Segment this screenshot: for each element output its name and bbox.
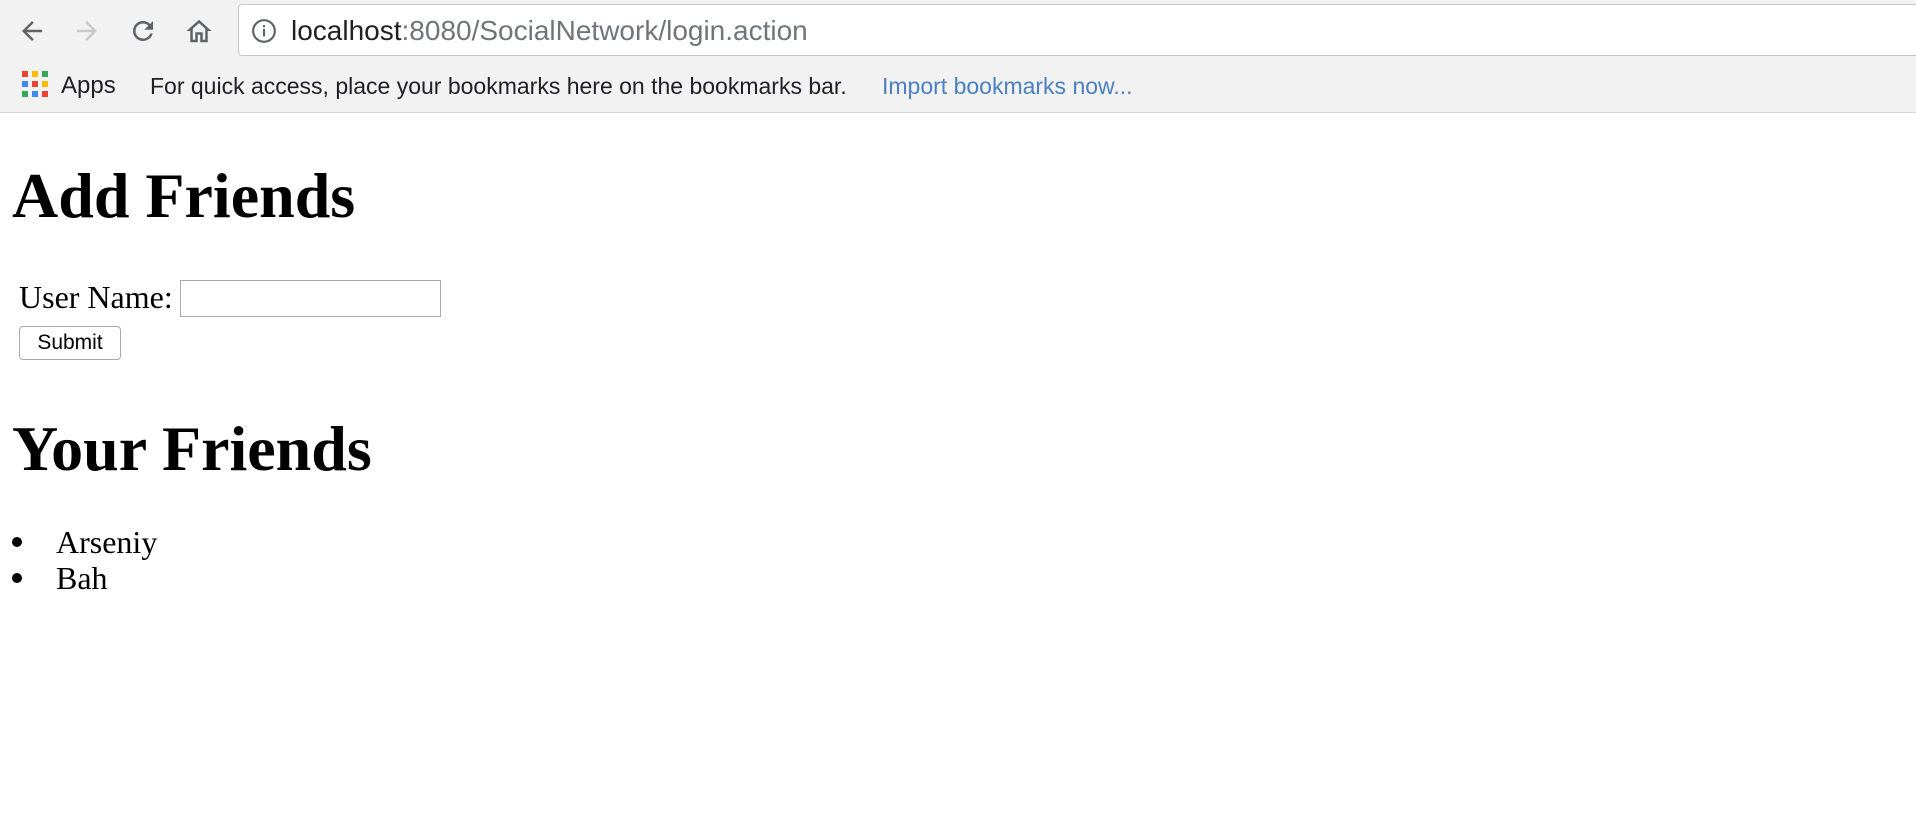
submit-button[interactable]: Submit — [19, 326, 121, 360]
apps-grid-dot — [22, 71, 28, 77]
import-bookmarks-link[interactable]: Import bookmarks now... — [882, 62, 1133, 110]
username-label: User Name: — [19, 279, 173, 315]
url-path: :8080/SocialNetwork/login.action — [401, 15, 808, 46]
back-button[interactable] — [9, 8, 55, 54]
apps-grid-dot — [42, 81, 48, 87]
forward-arrow-icon — [77, 21, 97, 41]
bookmarks-bar: Apps For quick access, place your bookma… — [0, 62, 1916, 113]
home-icon — [186, 19, 212, 43]
url-host: localhost — [291, 15, 402, 46]
username-input[interactable] — [180, 280, 441, 317]
reload-button[interactable] — [120, 8, 166, 54]
apps-grid-dot — [32, 81, 38, 87]
home-button[interactable] — [176, 8, 222, 54]
address-bar[interactable]: localhost:8080/SocialNetwork/login.actio… — [238, 4, 1916, 56]
apps-shortcut[interactable]: Apps — [61, 62, 116, 110]
apps-grid-dot — [42, 91, 48, 97]
reload-icon — [133, 20, 153, 41]
bullet-icon — [12, 537, 22, 547]
browser-toolbar: localhost:8080/SocialNetwork/login.actio… — [0, 0, 1916, 62]
url-text[interactable]: localhost:8080/SocialNetwork/login.actio… — [291, 5, 808, 57]
friend-name: Bah — [56, 560, 108, 596]
your-friends-heading: Your Friends — [12, 413, 372, 484]
page-content: Add Friends User Name: Submit Your Frien… — [0, 113, 1916, 820]
bookmarks-hint-text: For quick access, place your bookmarks h… — [150, 73, 847, 99]
back-arrow-icon — [22, 21, 42, 41]
friend-name: Arseniy — [56, 524, 158, 560]
info-icon[interactable] — [251, 18, 277, 44]
apps-grid-icon[interactable] — [22, 71, 50, 99]
apps-grid-dot — [42, 71, 48, 77]
forward-button[interactable] — [64, 8, 110, 54]
add-friends-heading: Add Friends — [12, 160, 356, 231]
apps-grid-dot — [32, 71, 38, 77]
apps-grid-dot — [32, 91, 38, 97]
apps-grid-dot — [22, 91, 28, 97]
bullet-icon — [12, 573, 22, 583]
apps-grid-dot — [22, 81, 28, 87]
